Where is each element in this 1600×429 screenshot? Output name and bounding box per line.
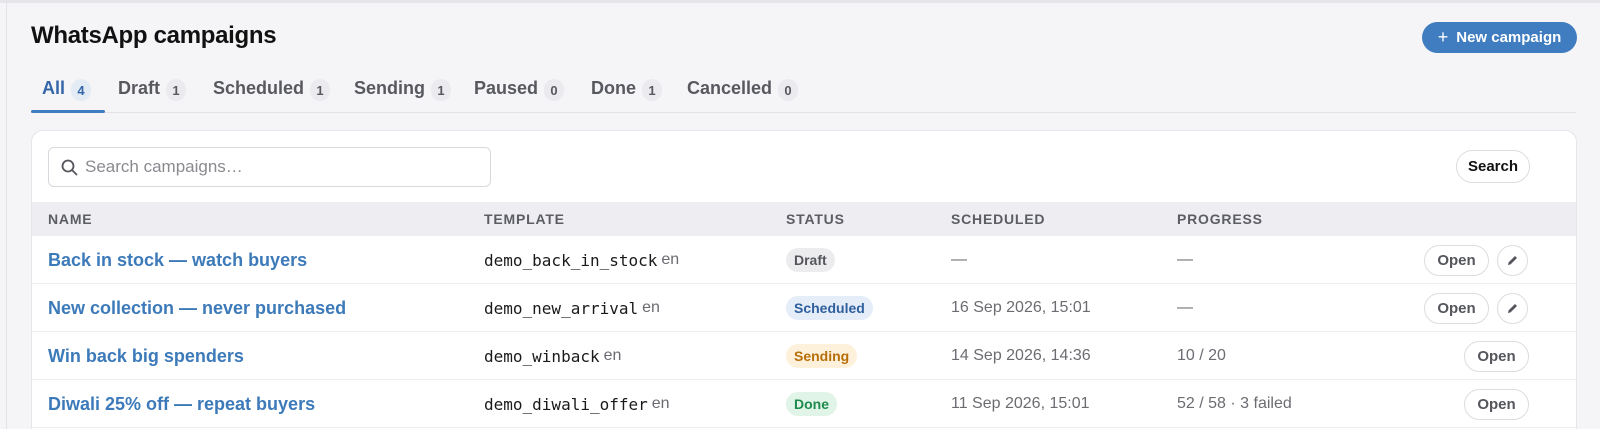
edit-button[interactable]	[1497, 292, 1528, 324]
table-row: Diwali 25% off — repeat buyers demo_diwa…	[32, 380, 1576, 428]
open-button[interactable]: Open	[1464, 388, 1529, 420]
open-button[interactable]: Open	[1424, 292, 1489, 324]
template-name: demo_back_in_stock	[484, 250, 658, 270]
search-field[interactable]	[48, 147, 491, 187]
new-campaign-button[interactable]: + New campaign	[1422, 22, 1577, 53]
search-icon	[61, 159, 78, 175]
search-button[interactable]: Search	[1456, 150, 1530, 183]
plus-icon: +	[1437, 26, 1449, 47]
tab-label: Draft	[118, 78, 161, 98]
tab-count: 1	[431, 79, 451, 101]
left-border	[6, 0, 7, 429]
tab-label: Paused	[474, 78, 539, 98]
campaign-name-link[interactable]: Back in stock — watch buyers	[48, 250, 307, 271]
tab-label: All	[42, 78, 66, 98]
table-row: New collection — never purchased demo_ne…	[32, 284, 1576, 332]
tab-count: 0	[544, 79, 565, 101]
page-title: WhatsApp campaigns	[31, 22, 277, 49]
open-button[interactable]: Open	[1464, 340, 1529, 372]
tab-count: 0	[778, 79, 799, 101]
column-header-progress: PROGRESS	[1177, 211, 1263, 227]
progress-text: 52 / 58 · 3 failed	[1177, 395, 1292, 412]
template-language: en	[651, 395, 670, 412]
table-header: NAME TEMPLATE STATUS SCHEDULED PROGRESS	[32, 202, 1576, 236]
scheduled-time: 11 Sep 2026, 15:01	[951, 395, 1090, 412]
tab-done[interactable]: Done 1	[591, 78, 662, 113]
campaign-name-link[interactable]: Win back big spenders	[48, 346, 244, 367]
template-name: demo_new_arrival	[484, 298, 639, 318]
tab-sending[interactable]: Sending 1	[354, 78, 451, 113]
status-badge: Scheduled	[786, 296, 873, 320]
tab-all[interactable]: All 4	[42, 78, 92, 113]
column-header-status: STATUS	[786, 211, 845, 227]
campaigns-card: Search NAME TEMPLATE STATUS SCHEDULED PR…	[31, 130, 1577, 429]
open-button[interactable]: Open	[1424, 244, 1489, 276]
search-input[interactable]	[85, 157, 465, 177]
template-name: demo_winback	[484, 346, 600, 366]
table-row: Back in stock — watch buyers demo_back_i…	[32, 236, 1576, 284]
progress-text: —	[1177, 299, 1193, 316]
tab-label: Scheduled	[213, 78, 305, 98]
tab-label: Done	[591, 78, 636, 98]
column-header-template: TEMPLATE	[484, 211, 565, 227]
progress-text: —	[1177, 251, 1193, 268]
tab-count: 1	[310, 79, 331, 101]
template-name: demo_diwali_offer	[484, 394, 648, 414]
status-badge: Done	[786, 392, 837, 416]
top-border	[0, 0, 1600, 3]
tab-count: 1	[642, 79, 662, 101]
tab-paused[interactable]: Paused 0	[474, 78, 565, 113]
template-language: en	[642, 299, 660, 316]
pencil-icon	[1508, 303, 1517, 313]
column-header-scheduled: SCHEDULED	[951, 211, 1046, 227]
tab-count: 1	[166, 79, 187, 101]
tab-label: Cancelled	[687, 78, 773, 98]
status-tabs: All 4 Draft 1 Scheduled 1 Sending 1 Paus…	[31, 78, 1576, 113]
edit-button[interactable]	[1497, 244, 1528, 276]
template-language: en	[661, 251, 680, 268]
tab-draft[interactable]: Draft 1	[118, 78, 187, 113]
scheduled-time: 14 Sep 2026, 14:36	[951, 347, 1091, 364]
new-campaign-label: New campaign	[1456, 29, 1562, 46]
campaign-name-link[interactable]: Diwali 25% off — repeat buyers	[48, 394, 315, 415]
status-badge: Draft	[786, 248, 835, 272]
pencil-icon	[1508, 255, 1517, 265]
column-header-name: NAME	[48, 211, 93, 227]
tab-count: 4	[71, 79, 92, 101]
tab-cancelled[interactable]: Cancelled 0	[687, 78, 799, 113]
scheduled-time: —	[951, 251, 967, 268]
active-tab-indicator	[31, 110, 105, 113]
progress-text: 10 / 20	[1177, 347, 1226, 364]
template-language: en	[603, 347, 622, 364]
scheduled-time: 16 Sep 2026, 15:01	[951, 299, 1091, 316]
tab-scheduled[interactable]: Scheduled 1	[213, 78, 331, 113]
table-row: Win back big spenders demo_winback en Se…	[32, 332, 1576, 380]
status-badge: Sending	[786, 344, 858, 368]
campaign-name-link[interactable]: New collection — never purchased	[48, 298, 346, 319]
tab-label: Sending	[354, 78, 425, 98]
